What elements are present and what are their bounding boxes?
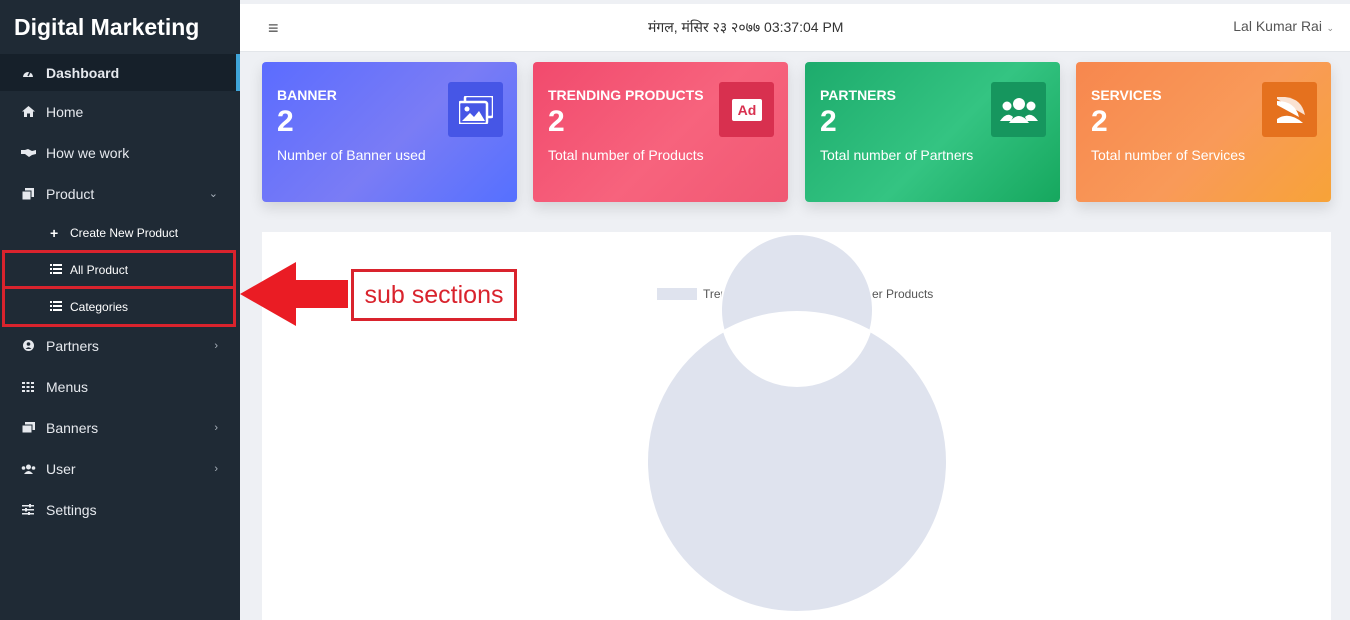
brand-title: Digital Marketing: [14, 13, 200, 40]
sidebar-item-how-we-work[interactable]: How we work: [0, 132, 240, 173]
sidebar-item-label: How we work: [46, 144, 130, 161]
chevron-down-icon: ⌄: [1323, 23, 1334, 33]
sidebar-item-home[interactable]: Home: [0, 91, 240, 132]
annotation-divider: [2, 286, 236, 289]
sidebar-item-label: Dashboard: [46, 64, 120, 81]
sidebar-subitem-label: Create New Product: [70, 225, 179, 240]
svg-text:Ad: Ad: [737, 102, 756, 118]
sidebar-item-label: User: [46, 460, 76, 477]
sidebar-item-label: Partners: [46, 337, 99, 354]
card-desc: Total number of Products: [548, 147, 704, 163]
annotation-arrow-icon: [240, 262, 348, 326]
sidebar-item-label: Product: [46, 185, 95, 202]
sliders-icon: [20, 504, 36, 515]
chevron-right-icon: ›: [214, 421, 218, 434]
datetime: मंगल, मंसिर २३ २०७७ 03:37:04 PM: [648, 19, 844, 35]
topbar: ≡ मंगल, मंसिर २३ २०७७ 03:37:04 PM Lal Ku…: [240, 4, 1350, 52]
sidebar-item-partners[interactable]: Partners ›: [0, 325, 240, 366]
stat-card-banner: BANNER 2 Number of Banner used: [262, 62, 517, 202]
user-circle-icon: [20, 340, 36, 351]
stat-card-services: SERVICES 2 Total number of Services: [1076, 62, 1331, 202]
sidebar-item-menus[interactable]: Menus: [0, 366, 240, 407]
users-icon: [991, 82, 1046, 137]
sidebar-item-label: Settings: [46, 501, 97, 518]
stat-card-partners: PARTNERS 2 Total number of Partners: [805, 62, 1060, 202]
hamburger-icon[interactable]: ≡: [268, 18, 279, 39]
sidebar-item-label: Menus: [46, 378, 89, 395]
chevron-down-icon: ⌄: [208, 188, 218, 200]
users-icon: [20, 464, 36, 474]
sidebar-item-label: Banners: [46, 419, 99, 436]
ad-icon: Ad: [719, 82, 774, 137]
sidebar-item-settings[interactable]: Settings: [0, 489, 240, 530]
donut-slice-trending-products[interactable]: [646, 233, 948, 613]
image-icon: [448, 82, 503, 137]
card-desc: Total number of Services: [1091, 147, 1246, 163]
chevron-right-icon: ›: [214, 462, 218, 475]
sidebar-item-label: Home: [46, 103, 84, 120]
sidebar-item-dashboard[interactable]: Dashboard: [0, 54, 240, 91]
product-icon: [20, 187, 36, 200]
chevron-right-icon: ›: [214, 339, 218, 352]
handshake-icon: [20, 148, 36, 157]
plus-icon: +: [50, 224, 59, 241]
sidebar-item-banners[interactable]: Banners ›: [0, 407, 240, 448]
user-name: Lal Kumar Rai: [1233, 18, 1322, 34]
grid-icon: [20, 381, 36, 392]
services-icon: [1262, 82, 1317, 137]
stat-card-trending-products: TRENDING PRODUCTS 2 Total number of Prod…: [533, 62, 788, 202]
sidebar-item-user[interactable]: User ›: [0, 448, 240, 489]
user-menu[interactable]: Lal Kumar Rai ⌄: [1233, 18, 1334, 34]
dashboard-icon: [20, 68, 36, 78]
home-icon: [20, 106, 36, 117]
card-desc: Number of Banner used: [277, 147, 426, 163]
sidebar-item-product[interactable]: Product ⌄: [0, 173, 240, 214]
annotation-label: sub sections: [351, 269, 517, 321]
card-desc: Total number of Partners: [820, 147, 974, 163]
images-icon: [20, 422, 36, 433]
sidebar-subitem-create-new-product[interactable]: + Create New Product: [0, 214, 240, 251]
